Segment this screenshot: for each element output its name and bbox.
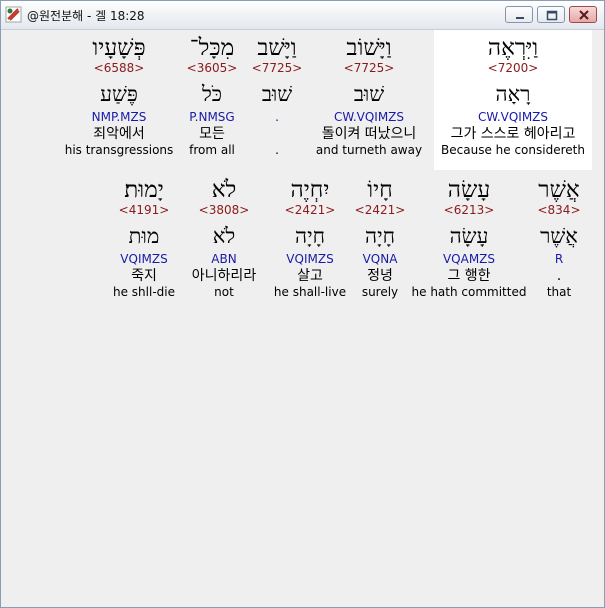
hebrew-word: וַיָּשׁב <box>257 35 297 61</box>
hebrew-root: כֹּל <box>201 82 223 106</box>
word-cell-row1-4[interactable]: מִכָּל־ <3605> כֹּל P.NMSG 모든 from all <box>179 30 245 170</box>
strong-number[interactable]: <3808> <box>183 203 265 217</box>
morphology-code: VQAMZS <box>442 252 496 266</box>
english-gloss: not <box>214 285 234 299</box>
strong-number[interactable]: <2421> <box>352 203 408 217</box>
hebrew-root: חָיָה <box>294 224 325 248</box>
strong-number[interactable]: <7200> <box>434 61 592 75</box>
english-gloss: his transgressions <box>64 143 174 157</box>
app-icon[interactable] <box>5 6 22 23</box>
word-cell-row2-1[interactable]: אֲשֶׁר <834> אֲשֶׁר R . that <box>529 172 589 312</box>
hebrew-word: וַיָּשׁוֹב <box>346 35 392 61</box>
english-gloss: he hath committed <box>411 285 527 299</box>
english-gloss: from all <box>189 143 235 157</box>
word-cell-row2-5[interactable]: לֹא <3808> לֹא ABN 아니하리라 not <box>183 172 265 312</box>
hebrew-root: שׁוּב <box>261 82 293 106</box>
english-gloss: he shll-die <box>113 285 175 299</box>
word-cell-row2-2[interactable]: עָשָׂה <6213> עָשָׂה VQAMZS 그 행한 he hath… <box>411 172 527 312</box>
hebrew-word: עָשָׂה <box>447 177 491 203</box>
close-icon <box>579 10 589 20</box>
word-cell-row1-3[interactable]: וַיָּשׁב <7725> שׁוּב . . <box>248 30 306 170</box>
hebrew-word: וַיִּרְאֶה <box>487 35 539 61</box>
morphology-code: CW.VQIMZS <box>333 110 405 124</box>
korean-gloss: 모든 <box>199 126 225 142</box>
morphology-code: VQIMZS <box>120 252 168 266</box>
word-cell-row2-3[interactable]: חָיוֹ <2421> חָיָה VQNA 정녕 surely <box>352 172 408 312</box>
minimize-icon <box>516 17 524 19</box>
english-gloss: surely <box>361 285 399 299</box>
minimize-button[interactable] <box>505 6 533 23</box>
hebrew-root: עָשָׂה <box>449 224 489 248</box>
hebrew-word: יִחְיֶה <box>290 177 330 203</box>
maximize-button[interactable] <box>537 6 565 23</box>
korean-gloss: 정녕 <box>367 268 393 284</box>
strong-number[interactable]: <4191> <box>109 203 179 217</box>
hebrew-word: יָמוּת׃ <box>124 177 164 203</box>
hebrew-word: מִכָּל־ <box>189 35 235 61</box>
word-cell-row1-5[interactable]: פְּשָׁעָיו <6588> פֶּשַׁע NMP.MZS 죄악에서 h… <box>63 30 175 170</box>
morphology-code: ABN <box>211 252 237 266</box>
interlinear-panel: וַיִּרְאֶה <7200> רָאָה CW.VQIMZS 그가 스스로… <box>7 30 598 601</box>
korean-gloss: 그 행한 <box>447 268 491 284</box>
hebrew-word: פְּשָׁעָיו <box>92 35 146 61</box>
korean-gloss: 돌이켜 떠났으니 <box>321 126 417 142</box>
strong-number[interactable]: <7725> <box>248 61 306 75</box>
english-gloss: he shall-live <box>273 285 347 299</box>
english-gloss: Because he considereth <box>441 143 585 157</box>
korean-gloss: 죄악에서 <box>93 126 145 142</box>
close-button[interactable] <box>569 6 597 23</box>
hebrew-root: אֲשֶׁר <box>540 224 578 248</box>
hebrew-root: שׁוּב <box>353 82 385 106</box>
korean-gloss: 살고 <box>297 268 323 284</box>
english-gloss: that <box>546 285 572 299</box>
hebrew-root: רָאָה <box>495 82 531 106</box>
word-cell-row2-4[interactable]: יִחְיֶה <2421> חָיָה VQIMZS 살고 he shall-… <box>271 172 349 312</box>
morphology-code: NMP.MZS <box>91 110 147 124</box>
word-cell-row1-1[interactable]: וַיִּרְאֶה <7200> רָאָה CW.VQIMZS 그가 스스로… <box>434 30 592 170</box>
hebrew-word: לֹא <box>211 177 237 203</box>
strong-number[interactable]: <6213> <box>411 203 527 217</box>
word-cell-row2-6[interactable]: יָמוּת׃ <4191> מוּת VQIMZS 죽지 he shll-di… <box>109 172 179 312</box>
strong-number[interactable]: <3605> <box>179 61 245 75</box>
morphology-code: CW.VQIMZS <box>477 110 549 124</box>
strong-number[interactable]: <834> <box>529 203 589 217</box>
strong-number[interactable]: <7725> <box>307 61 431 75</box>
morphology-code: R <box>554 252 564 266</box>
hebrew-root: לֹא <box>212 224 236 248</box>
window-title: @원전분해 - 겔 18:28 <box>27 9 145 23</box>
hebrew-word: חָיוֹ <box>367 177 393 203</box>
korean-gloss <box>248 125 306 143</box>
title-bar[interactable]: @원전분해 - 겔 18:28 <box>1 1 604 30</box>
english-gloss: and turneth away <box>315 143 423 157</box>
strong-number[interactable]: <2421> <box>271 203 349 217</box>
strong-number[interactable]: <6588> <box>63 61 175 75</box>
hebrew-root: פֶּשַׁע <box>100 82 138 106</box>
english-gloss: . <box>275 143 279 157</box>
morphology-code: VQIMZS <box>286 252 334 266</box>
hebrew-word: אֲשֶׁר <box>538 177 580 203</box>
app-window: @원전분해 - 겔 18:28 וַיִּרְאֶה <7200> רָאָה … <box>0 0 605 608</box>
morphology-code: VQNA <box>362 252 398 266</box>
korean-gloss: 죽지 <box>131 268 157 284</box>
korean-gloss: . <box>556 268 562 284</box>
morphology-code: . <box>275 110 279 124</box>
korean-gloss: 아니하리라 <box>191 268 257 284</box>
korean-gloss: 그가 스스로 헤아리고 <box>450 126 576 142</box>
word-cell-row1-2[interactable]: וַיָּשׁוֹב <7725> שׁוּב CW.VQIMZS 돌이켜 떠났… <box>307 30 431 170</box>
morphology-code: P.NMSG <box>189 110 235 124</box>
hebrew-root: חָיָה <box>364 224 395 248</box>
hebrew-root: מוּת <box>128 224 160 248</box>
